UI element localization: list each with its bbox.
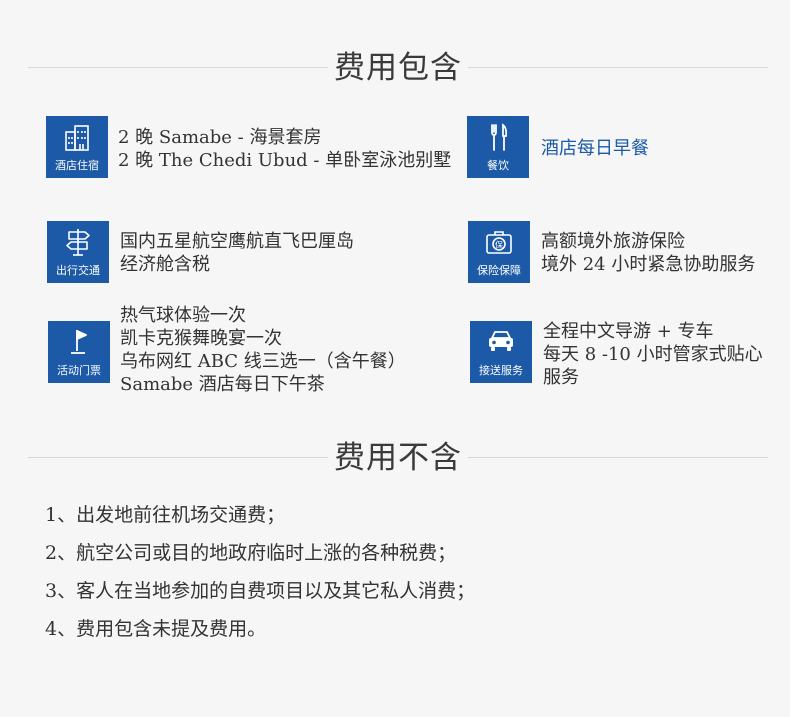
- activities-details: 热气球体验一次 凯卡克猴舞晚宴一次 乌布网红 ABC 线三选一（含午餐） Sam…: [120, 304, 406, 396]
- transfer-line-2: 每天 8 -10 小时管家式贴心: [543, 344, 763, 365]
- lodging-line-2: 2 晚 The Chedi Ubud - 单卧室泳池别墅: [118, 150, 452, 171]
- transfer-line-1: 全程中文导游 + 专车: [543, 321, 714, 342]
- transport-line-1: 国内五星航空鹰航直飞巴厘岛: [120, 231, 354, 252]
- fork-knife-icon: [491, 123, 508, 151]
- excluded-item-2: 2、航空公司或目的地政府临时上涨的各种税费；: [45, 542, 457, 564]
- excluded-item-3: 3、客人在当地参加的自费项目以及其它私人消费；: [45, 580, 476, 602]
- transport-icon-box: 出行交通: [47, 221, 109, 283]
- excluded-section-header: 费用不含: [0, 438, 790, 478]
- insurance-line-1: 高额境外旅游保险: [541, 231, 685, 252]
- activities-line-4: Samabe 酒店每日下午茶: [120, 374, 325, 395]
- divider-left: [28, 457, 328, 458]
- insurance-icon-text: 保: [495, 240, 503, 250]
- excluded-item-4: 4、费用包含未提及费用。: [45, 618, 267, 640]
- included-section-header: 费用包含: [0, 48, 790, 88]
- flag-icon: [71, 330, 87, 354]
- divider-right: [468, 67, 768, 68]
- excluded-title: 费用不含: [334, 440, 462, 476]
- dining-icon-box: 餐饮: [467, 116, 529, 178]
- divider-right: [468, 457, 768, 458]
- dining-details: 酒店每日早餐: [541, 137, 649, 160]
- activities-line-3: 乌布网红 ABC 线三选一（含午餐）: [120, 351, 406, 372]
- transfer-line-3: 服务: [543, 367, 579, 388]
- lodging-details: 2 晚 Samabe - 海景套房 2 晚 The Chedi Ubud - 单…: [118, 126, 451, 172]
- dining-caption: 餐饮: [487, 159, 509, 172]
- insurance-details: 高额境外旅游保险 境外 24 小时紧急协助服务: [541, 230, 755, 276]
- divider-left: [28, 67, 328, 68]
- insurance-icon-box: 保 保险保障: [468, 221, 530, 283]
- activities-line-1: 热气球体验一次: [120, 305, 246, 326]
- transfer-details: 全程中文导游 + 专车 每天 8 -10 小时管家式贴心 服务: [543, 320, 763, 389]
- excluded-item-1: 1、出发地前往机场交通费；: [45, 504, 286, 526]
- signpost-icon: [66, 229, 90, 256]
- activities-line-2: 凯卡克猴舞晚宴一次: [120, 328, 282, 349]
- transfer-icon-box: 接送服务: [470, 321, 532, 383]
- car-icon: [489, 331, 513, 351]
- activities-icon-box: 活动门票: [48, 321, 110, 383]
- dining-line-1: 酒店每日早餐: [541, 138, 649, 159]
- lodging-icon-box: 酒店住宿: [46, 116, 108, 178]
- insurance-caption: 保险保障: [477, 264, 521, 277]
- transport-details: 国内五星航空鹰航直飞巴厘岛 经济舱含税: [120, 230, 354, 276]
- transfer-caption: 接送服务: [479, 364, 523, 377]
- included-title: 费用包含: [334, 50, 462, 86]
- medical-kit-icon: 保: [486, 231, 512, 254]
- lodging-caption: 酒店住宿: [55, 159, 99, 172]
- lodging-line-1: 2 晚 Samabe - 海景套房: [118, 127, 322, 148]
- hotel-icon: [65, 125, 89, 151]
- insurance-line-2: 境外 24 小时紧急协助服务: [541, 254, 756, 275]
- transport-line-2: 经济舱含税: [120, 254, 210, 275]
- transport-caption: 出行交通: [56, 264, 100, 277]
- activities-caption: 活动门票: [57, 364, 101, 377]
